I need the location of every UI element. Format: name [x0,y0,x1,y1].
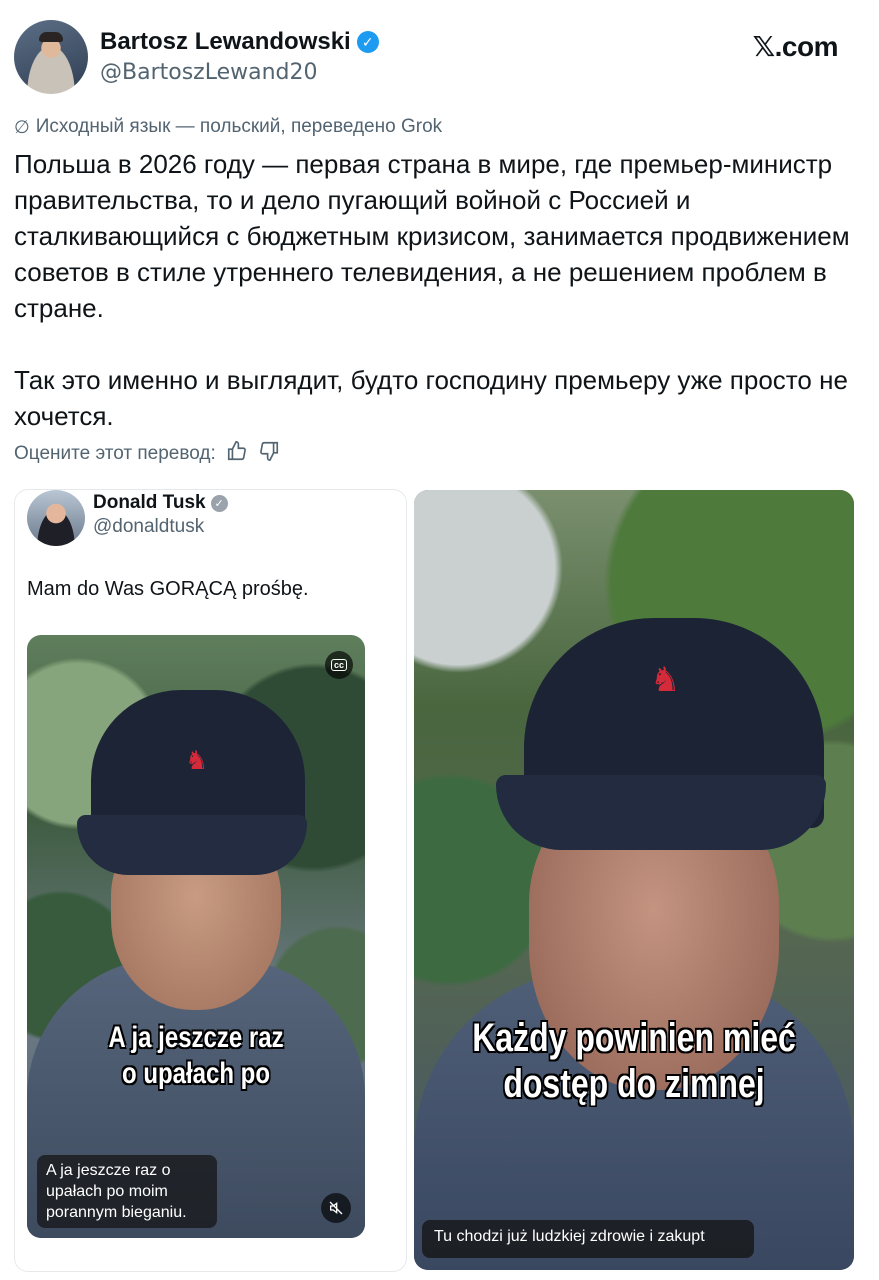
video-caption-line-1: Każdy powinien mieć [472,1016,796,1060]
video-caption-line-2: dostęp do zimnej [503,1062,765,1106]
author-avatar[interactable] [14,20,88,94]
attached-video[interactable]: ♞ Każdy powinien mieć dostęp do zimnej T… [414,490,854,1270]
video-person-cap-brim [496,775,826,850]
quoted-video[interactable]: ♞ cc A ja jeszcze raz o upałach po A ja … [27,635,365,1238]
quoted-post-text: Mam do Was GORĄCĄ prośbę. [27,578,309,600]
polo-logo-icon: ♞ [650,661,681,699]
gray-verified-badge-icon: ✓ [210,494,228,512]
translation-note: ∅ Исходный язык — польский, переведено G… [14,116,442,138]
closed-captions-icon[interactable]: cc [325,651,353,679]
video-subtitle: Tu chodzi już ludzkiej zdrowie i zakupt [422,1220,754,1258]
thumbs-up-icon[interactable] [226,440,248,468]
tweet-text: Польша в 2026 году — первая страна в мир… [14,146,864,434]
quoted-author-handle[interactable]: @donaldtusk [93,516,204,538]
quoted-author-name[interactable]: Donald Tusk [93,492,206,514]
tweet-header: Bartosz Lewandowski ✓ @BartoszLewand20 𝕏… [14,20,864,96]
rate-translation-row: Оцените этот перевод: [14,440,280,468]
video-caption-line-2: o upałach po [121,1057,270,1090]
rate-translation-label: Оцените этот перевод: [14,443,216,464]
polo-logo-icon: ♞ [185,745,209,775]
quoted-author-avatar[interactable] [27,490,85,546]
thumbs-down-icon[interactable] [258,440,280,468]
video-person-cap-brim [77,815,307,875]
video-caption: A ja jeszcze raz o upałach po [61,1020,331,1092]
quoted-author-name-row: Donald Tusk ✓ [93,492,228,514]
x-logo-domain: .com [774,31,839,62]
video-caption: Każdy powinien mieć dostęp do zimnej [458,1015,810,1107]
tweet-paragraph-2: Так это именно и выглядит, будто господи… [14,365,856,431]
tweet-paragraph-1: Польша в 2026 году — первая страна в мир… [14,149,857,323]
translation-note-text: Исходный язык — польский, переведено Gro… [35,116,443,137]
video-caption-line-1: A ja jeszcze raz [108,1021,284,1054]
video-subtitle: A ja jeszcze raz o upałach po moim poran… [37,1155,217,1228]
x-logo: 𝕏.com [752,30,839,63]
quoted-post-card[interactable]: Donald Tusk ✓ @donaldtusk Mam do Was GOR… [14,489,407,1272]
x-logo-icon: 𝕏 [752,30,776,63]
cc-label: cc [330,659,347,671]
author-name-row: Bartosz Lewandowski ✓ [100,28,379,56]
author-handle[interactable]: @BartoszLewand20 [100,60,318,85]
author-name[interactable]: Bartosz Lewandowski [100,28,351,56]
verified-badge-icon: ✓ [356,31,379,53]
grok-translate-icon: ∅ [14,116,30,137]
speaker-muted-icon[interactable] [321,1193,351,1223]
